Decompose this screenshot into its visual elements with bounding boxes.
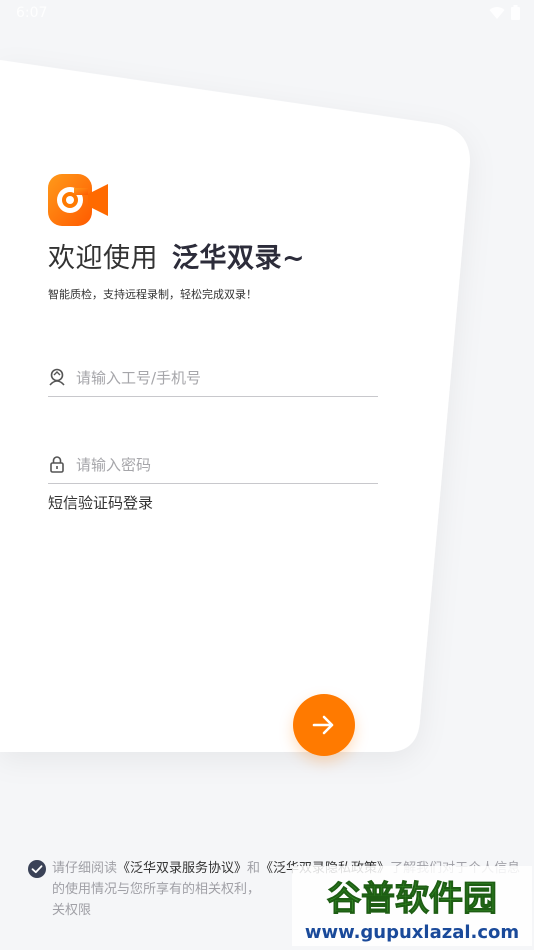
lock-icon	[50, 456, 64, 473]
camera-logo-icon	[48, 174, 108, 226]
service-agreement-link[interactable]: 《泛华双录服务协议》	[117, 861, 247, 876]
user-icon	[49, 368, 65, 386]
subtitle: 智能质检，支持远程录制，轻松完成双录！	[48, 288, 257, 301]
agreement-intro: 请仔细阅读	[52, 861, 118, 876]
account-input[interactable]	[74, 364, 378, 392]
arrow-right-icon	[312, 715, 334, 735]
watermark-logo: 谷普软件园 www.gupuxlazal.com	[292, 866, 532, 946]
agreement-and: 和	[247, 861, 261, 876]
welcome-prefix: 欢迎使用	[48, 243, 158, 274]
password-input[interactable]	[74, 451, 378, 479]
watermark-url: www.gupuxlazal.com	[305, 922, 519, 943]
app-brand-name: 泛华双录~	[172, 243, 306, 274]
account-field	[48, 360, 378, 397]
agreement-tail: 关权限	[52, 903, 92, 918]
agreement-checkbox[interactable]	[28, 860, 46, 878]
password-field	[48, 447, 378, 484]
welcome-title: 欢迎使用 泛华双录~	[48, 236, 305, 275]
login-submit-button[interactable]	[293, 694, 355, 756]
sms-login-link[interactable]: 短信验证码登录	[48, 492, 153, 513]
watermark-title: 谷普软件园	[327, 879, 497, 919]
